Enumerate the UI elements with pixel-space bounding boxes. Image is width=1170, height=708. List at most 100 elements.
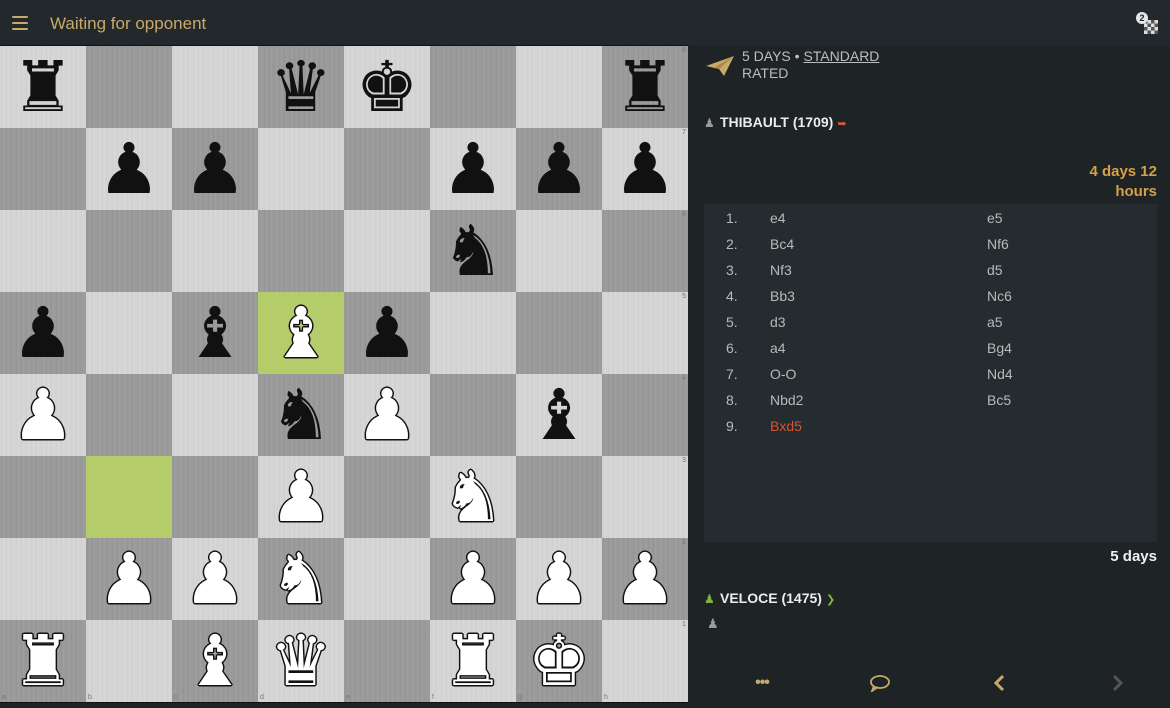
black-move[interactable]: Bg4 bbox=[987, 340, 1012, 356]
square-a5[interactable]: ♟ bbox=[0, 292, 86, 374]
hamburger-menu-icon[interactable] bbox=[12, 16, 28, 30]
white-pawn-icon[interactable]: ♟ bbox=[356, 380, 419, 450]
square-c2[interactable]: ♟ bbox=[172, 538, 258, 620]
white-move[interactable]: e4 bbox=[770, 210, 786, 226]
square-f3[interactable]: ♞ bbox=[430, 456, 516, 538]
square-b4[interactable] bbox=[86, 374, 172, 456]
opponent-player[interactable]: ♟ THIBAULT (1709) ➥ bbox=[704, 114, 847, 134]
square-e8[interactable]: ♚ bbox=[344, 46, 430, 128]
square-c3[interactable] bbox=[172, 456, 258, 538]
square-h6[interactable]: 6 bbox=[602, 210, 688, 292]
square-h2[interactable]: ♟ 2 bbox=[602, 538, 688, 620]
square-f5[interactable] bbox=[430, 292, 516, 374]
chevron-right-icon[interactable] bbox=[1098, 668, 1138, 698]
white-pawn-icon[interactable]: ♟ bbox=[442, 544, 505, 614]
black-pawn-icon[interactable]: ♟ bbox=[12, 298, 75, 368]
current-player[interactable]: ♟ VELOCE (1475) ❯ bbox=[704, 590, 835, 610]
chat-bubble-icon[interactable] bbox=[860, 668, 900, 698]
square-g3[interactable] bbox=[516, 456, 602, 538]
square-f2[interactable]: ♟ bbox=[430, 538, 516, 620]
white-rook-icon[interactable]: ♜ bbox=[442, 626, 505, 696]
black-pawn-icon[interactable]: ♟ bbox=[98, 134, 161, 204]
white-king-icon[interactable]: ♚ bbox=[528, 626, 591, 696]
square-g4[interactable]: ♝ bbox=[516, 374, 602, 456]
square-g5[interactable] bbox=[516, 292, 602, 374]
square-b8[interactable] bbox=[86, 46, 172, 128]
black-pawn-icon[interactable]: ♟ bbox=[528, 134, 591, 204]
square-c5[interactable]: ♝ bbox=[172, 292, 258, 374]
white-move[interactable]: O-O bbox=[770, 366, 796, 382]
black-queen-icon[interactable]: ♛ bbox=[270, 52, 333, 122]
square-d7[interactable] bbox=[258, 128, 344, 210]
square-a6[interactable] bbox=[0, 210, 86, 292]
black-knight-icon[interactable]: ♞ bbox=[270, 380, 333, 450]
square-e4[interactable]: ♟ bbox=[344, 374, 430, 456]
square-g8[interactable] bbox=[516, 46, 602, 128]
square-c4[interactable] bbox=[172, 374, 258, 456]
square-g2[interactable]: ♟ bbox=[516, 538, 602, 620]
white-queen-icon[interactable]: ♛ bbox=[270, 626, 333, 696]
square-d1[interactable]: ♛ d bbox=[258, 620, 344, 702]
chevron-left-icon[interactable] bbox=[979, 668, 1019, 698]
square-h3[interactable]: 3 bbox=[602, 456, 688, 538]
black-move[interactable]: Nf6 bbox=[987, 236, 1009, 252]
notifications-icon[interactable]: 2 bbox=[1136, 12, 1158, 34]
ellipsis-icon[interactable]: ••• bbox=[742, 668, 782, 698]
white-pawn-icon[interactable]: ♟ bbox=[528, 544, 591, 614]
white-rook-icon[interactable]: ♜ bbox=[12, 626, 75, 696]
white-move[interactable]: d3 bbox=[770, 314, 786, 330]
square-d5[interactable]: ♝ bbox=[258, 292, 344, 374]
white-move[interactable]: Nf3 bbox=[770, 262, 792, 278]
square-h4[interactable]: 4 bbox=[602, 374, 688, 456]
square-a8[interactable]: ♜ bbox=[0, 46, 86, 128]
square-g6[interactable] bbox=[516, 210, 602, 292]
white-bishop-icon[interactable]: ♝ bbox=[184, 626, 247, 696]
square-b1[interactable]: b bbox=[86, 620, 172, 702]
square-e2[interactable] bbox=[344, 538, 430, 620]
square-c1[interactable]: ♝ c bbox=[172, 620, 258, 702]
black-bishop-icon[interactable]: ♝ bbox=[528, 380, 591, 450]
square-b6[interactable] bbox=[86, 210, 172, 292]
black-move[interactable]: a5 bbox=[987, 314, 1003, 330]
square-d2[interactable]: ♞ bbox=[258, 538, 344, 620]
chess-board[interactable]: ♜ ♛ ♚ ♜ 8 ♟ ♟ ♟ ♟ ♟ 7 ♞ 6 ♟ ♝ ♝ ♟ 5 ♟ ♞ ♟ ♝ 4 ♟ ♞ 3 ♟ ♟ ♞ ♟ ♟ ♟ 2 ♜ a b ♝ c ♛ d… bbox=[0, 46, 688, 702]
black-king-icon[interactable]: ♚ bbox=[356, 52, 419, 122]
square-f8[interactable] bbox=[430, 46, 516, 128]
square-b5[interactable] bbox=[86, 292, 172, 374]
white-pawn-icon[interactable]: ♟ bbox=[270, 462, 333, 532]
square-a2[interactable] bbox=[0, 538, 86, 620]
white-pawn-icon[interactable]: ♟ bbox=[184, 544, 247, 614]
black-pawn-icon[interactable]: ♟ bbox=[356, 298, 419, 368]
square-b7[interactable]: ♟ bbox=[86, 128, 172, 210]
black-pawn-icon[interactable]: ♟ bbox=[184, 134, 247, 204]
white-knight-icon[interactable]: ♞ bbox=[442, 462, 505, 532]
white-move[interactable]: Bxd5 bbox=[770, 418, 802, 434]
square-e5[interactable]: ♟ bbox=[344, 292, 430, 374]
square-f4[interactable] bbox=[430, 374, 516, 456]
white-pawn-icon[interactable]: ♟ bbox=[12, 380, 75, 450]
square-g1[interactable]: ♚ g bbox=[516, 620, 602, 702]
square-c6[interactable] bbox=[172, 210, 258, 292]
square-f1[interactable]: ♜ f bbox=[430, 620, 516, 702]
square-c8[interactable] bbox=[172, 46, 258, 128]
black-knight-icon[interactable]: ♞ bbox=[442, 216, 505, 286]
square-e6[interactable] bbox=[344, 210, 430, 292]
square-e3[interactable] bbox=[344, 456, 430, 538]
square-b3[interactable] bbox=[86, 456, 172, 538]
square-f7[interactable]: ♟ bbox=[430, 128, 516, 210]
white-move[interactable]: Nbd2 bbox=[770, 392, 803, 408]
square-d4[interactable]: ♞ bbox=[258, 374, 344, 456]
square-g7[interactable]: ♟ bbox=[516, 128, 602, 210]
square-h8[interactable]: ♜ 8 bbox=[602, 46, 688, 128]
white-pawn-icon[interactable]: ♟ bbox=[614, 544, 677, 614]
white-move[interactable]: Bc4 bbox=[770, 236, 794, 252]
square-a1[interactable]: ♜ a bbox=[0, 620, 86, 702]
square-d8[interactable]: ♛ bbox=[258, 46, 344, 128]
square-d3[interactable]: ♟ bbox=[258, 456, 344, 538]
white-pawn-icon[interactable]: ♟ bbox=[98, 544, 161, 614]
square-h5[interactable]: 5 bbox=[602, 292, 688, 374]
square-b2[interactable]: ♟ bbox=[86, 538, 172, 620]
white-knight-icon[interactable]: ♞ bbox=[270, 544, 333, 614]
square-a7[interactable] bbox=[0, 128, 86, 210]
black-bishop-icon[interactable]: ♝ bbox=[184, 298, 247, 368]
